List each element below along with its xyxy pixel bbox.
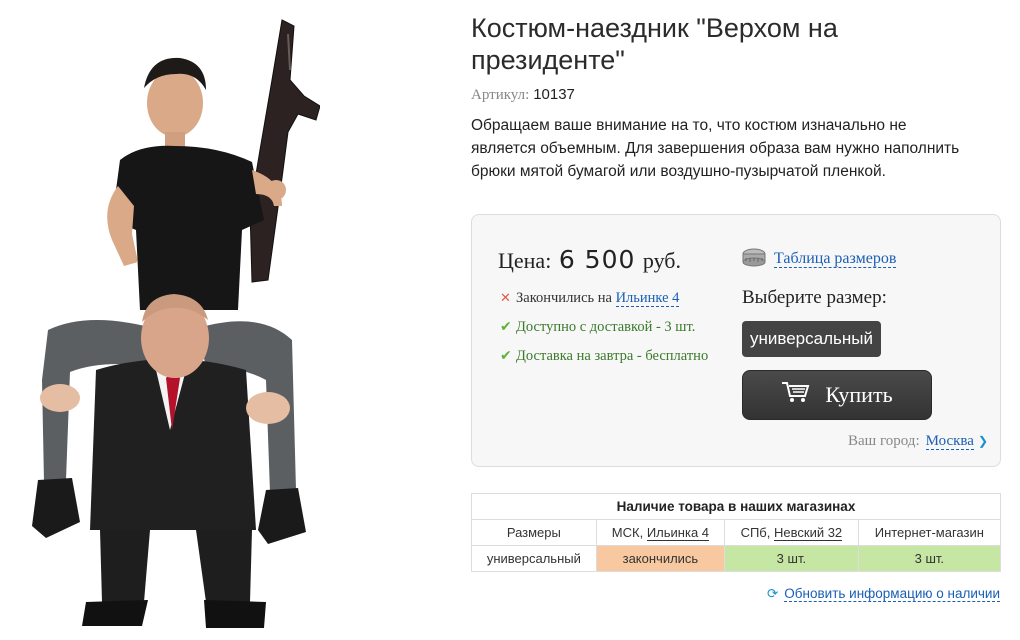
cart-icon [781, 380, 811, 410]
size-table-label: Таблица размеров [774, 250, 897, 268]
cross-icon: ✕ [500, 291, 511, 306]
col-spb: СПб, Невский 32 [724, 519, 859, 546]
stock-status-out: ✕ Закончились на Ильинке 4 [500, 290, 680, 307]
choose-size-label: Выберите размер: [742, 287, 887, 308]
product-image [20, 10, 321, 635]
col-online: Интернет-магазин [857, 519, 1002, 546]
col-spb-city: СПб, [740, 525, 771, 540]
inflatable-gun [249, 19, 321, 283]
price-currency: руб. [642, 248, 682, 273]
stock-delivery-text: Доступно с доставкой - 3 шт. [516, 319, 696, 335]
purchase-panel: Цена: 6 500 руб. ✕ Закончились на Ильинке… [471, 214, 1001, 467]
size-option-button[interactable]: универсальный [742, 321, 881, 357]
stock-out-text: Закончились на [516, 290, 612, 306]
measuring-tape-icon [742, 247, 768, 272]
article-value: 10137 [533, 86, 575, 103]
product-description: Обращаем ваше внимание на то, что костюм… [471, 117, 960, 180]
table-title-row: Наличие товара в наших магазинах [471, 493, 1001, 520]
stock-status-delivery: ✔ Доступно с доставкой - 3 шт. [500, 319, 695, 336]
city-label: Ваш город: [848, 433, 920, 449]
availability-table: Наличие товара в наших магазинах Размеры… [471, 493, 1002, 572]
price-label: Цена: [498, 248, 552, 273]
check-icon: ✔ [500, 348, 512, 364]
article-number: Артикул: 10137 [471, 86, 575, 104]
table-header-row: Размеры МСК, Ильинка 4 СПб, Невский 32 И… [471, 519, 1002, 546]
store-link-ilyinka[interactable]: Ильинке 4 [615, 290, 680, 307]
city-selector[interactable]: Ваш город: Москва ❯ [848, 433, 988, 450]
table-row: универсальный закончились 3 шт. 3 шт. [471, 545, 1002, 572]
refresh-label: Обновить информацию о наличии [784, 586, 1000, 602]
col-msk-city: МСК, [611, 525, 644, 540]
refresh-availability-link[interactable]: ⟳ Обновить информацию о наличии [767, 586, 1000, 602]
stock-status-tomorrow: ✔ Доставка на завтра - бесплатно [500, 348, 708, 365]
cell-online-stock: 3 шт. [857, 545, 1002, 572]
availability-title: Наличие товара в наших магазинах [471, 493, 1001, 520]
refresh-icon: ⟳ [766, 586, 779, 602]
cell-size: универсальный [471, 545, 597, 572]
cell-spb-stock: 3 шт. [724, 545, 859, 572]
cell-msk-stock: закончились [595, 545, 726, 572]
col-spb-store: Невский 32 [774, 525, 843, 541]
col-msk-store: Ильинка 4 [646, 525, 710, 541]
price: Цена: 6 500 руб. [498, 245, 681, 274]
chevron-down-icon: ❯ [977, 434, 988, 448]
buy-button-label: Купить [825, 382, 893, 407]
check-icon: ✔ [500, 319, 512, 335]
buy-button[interactable]: Купить [742, 370, 932, 420]
stock-tomorrow-text: Доставка на завтра - бесплатно [516, 348, 709, 364]
city-value: Москва [925, 433, 974, 450]
price-value: 6 500 [558, 245, 636, 274]
col-msk: МСК, Ильинка 4 [595, 519, 726, 546]
col-sizes: Размеры [471, 519, 597, 546]
article-label: Артикул: [471, 87, 530, 103]
product-title: Костюм-наездник "Верхом на президенте" [471, 13, 838, 75]
size-table-link[interactable]: Таблица размеров [742, 247, 897, 272]
